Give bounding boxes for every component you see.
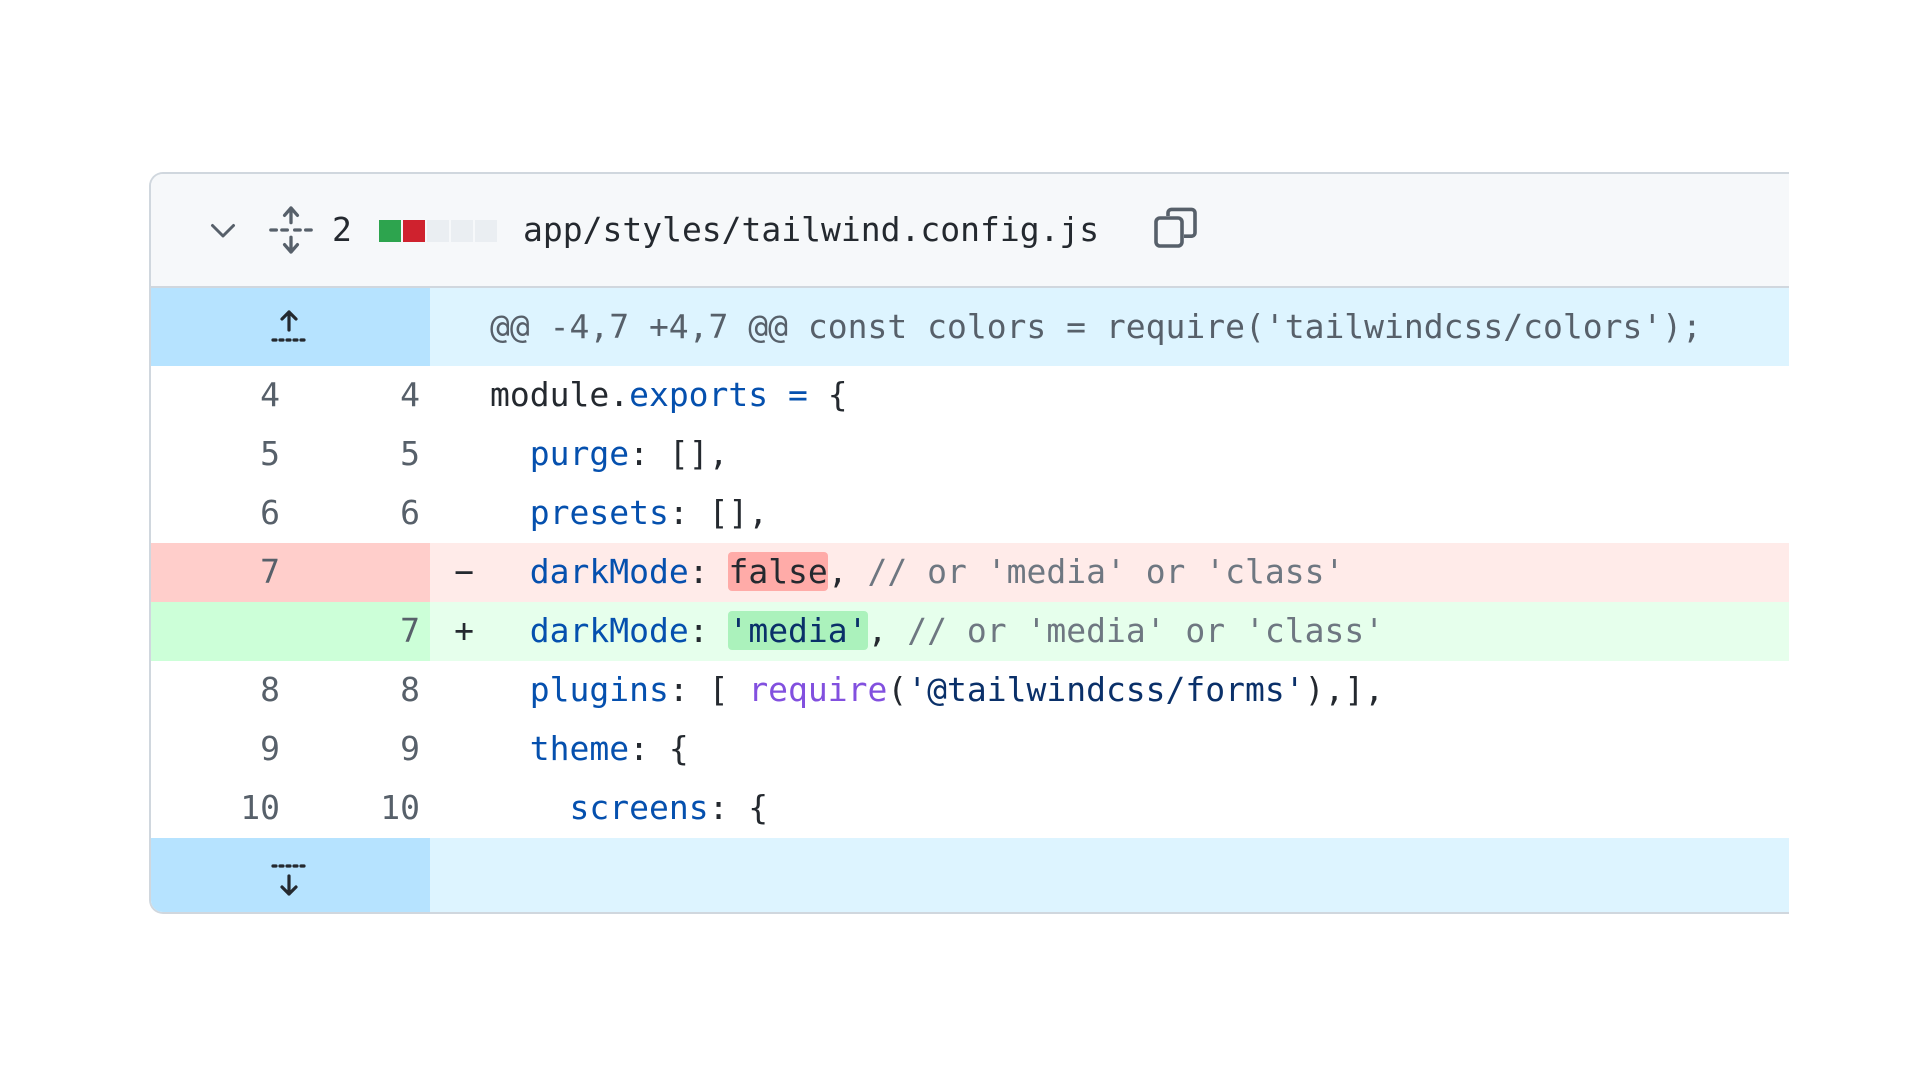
code-token: theme bbox=[529, 729, 630, 768]
old-line-number[interactable]: 9 bbox=[151, 720, 290, 779]
diffstat-block bbox=[379, 220, 401, 242]
code-token: plugins bbox=[529, 670, 669, 709]
old-line-number[interactable]: 6 bbox=[151, 484, 290, 543]
code-token: darkMode bbox=[529, 552, 689, 591]
code-token: presets bbox=[529, 493, 669, 532]
expand-down-button[interactable] bbox=[151, 838, 430, 912]
context-line: 99 theme: { bbox=[151, 720, 1789, 779]
code-text: theme: { bbox=[490, 720, 689, 778]
new-line-number[interactable]: 6 bbox=[290, 484, 430, 543]
new-line-number[interactable]: 7 bbox=[290, 602, 430, 661]
diffstat-block bbox=[427, 220, 449, 242]
code-token: ),], bbox=[1304, 670, 1385, 709]
context-line: 10 10 screens: { bbox=[151, 779, 1789, 838]
code-token: // or 'media' or 'class' bbox=[907, 611, 1385, 650]
new-line-number[interactable]: 5 bbox=[290, 425, 430, 484]
new-line-number[interactable]: 10 bbox=[290, 779, 430, 838]
old-line-number[interactable]: 8 bbox=[151, 661, 290, 720]
code-token: = bbox=[768, 375, 828, 414]
code-text: purge: [], bbox=[490, 425, 729, 483]
code-text: darkMode: false, // or 'media' or 'class… bbox=[490, 543, 1344, 601]
file-path[interactable]: app/styles/tailwind.config.js bbox=[523, 208, 1099, 252]
code-token: , bbox=[867, 611, 908, 650]
code-token: : bbox=[688, 552, 729, 591]
diffstat-blocks bbox=[379, 220, 497, 242]
diffstat-block bbox=[451, 220, 473, 242]
code-token: : { bbox=[629, 729, 689, 768]
chevron-down-icon[interactable] bbox=[205, 212, 241, 248]
diff-file-card: 2 app/styles/tailwind.config.js @@ -4,7 … bbox=[149, 172, 1789, 914]
expand-down-icon bbox=[271, 864, 306, 896]
code-text: screens: { bbox=[490, 779, 768, 837]
code-token: purge bbox=[529, 434, 630, 473]
diff-sign: + bbox=[454, 611, 474, 650]
hunk-header-row: @@ -4,7 +4,7 @@ const colors = require('… bbox=[151, 288, 1789, 366]
code-token: : [], bbox=[668, 493, 769, 532]
code-token: screens bbox=[569, 788, 709, 827]
code-token: exports bbox=[629, 375, 769, 414]
new-line-number[interactable] bbox=[290, 543, 430, 602]
old-line-number[interactable]: 7 bbox=[151, 543, 290, 602]
code-token: , bbox=[827, 552, 868, 591]
code-token: // or 'media' or 'class' bbox=[867, 552, 1345, 591]
diffstat-block bbox=[403, 220, 425, 242]
code-text: darkMode: 'media', // or 'media' or 'cla… bbox=[490, 602, 1384, 660]
code-token: : bbox=[688, 611, 729, 650]
old-line-number[interactable]: 4 bbox=[151, 366, 290, 425]
code-token: '@tailwindcss/forms' bbox=[907, 670, 1305, 709]
code-token: { bbox=[827, 375, 848, 414]
hunk-header-text: @@ -4,7 +4,7 @@ const colors = require('… bbox=[490, 307, 1702, 346]
context-line: 4 4 module.exports = { bbox=[151, 366, 1789, 425]
code-token: require bbox=[748, 670, 888, 709]
context-line: 66 presets: [], bbox=[151, 484, 1789, 543]
new-line-number[interactable]: 8 bbox=[290, 661, 430, 720]
code-text: module.exports = { bbox=[490, 366, 848, 424]
code-token: : [], bbox=[629, 434, 729, 473]
expand-up-icon bbox=[271, 310, 306, 342]
code-token: false bbox=[728, 552, 828, 591]
code-token: darkMode bbox=[529, 611, 689, 650]
file-header: 2 app/styles/tailwind.config.js bbox=[151, 174, 1789, 288]
code-token: 'media' bbox=[728, 611, 868, 650]
context-line: 88 plugins: [ require('@tailwindcss/form… bbox=[151, 661, 1789, 720]
deleted-line: 7 − darkMode: false, // or 'media' or 'cl… bbox=[151, 543, 1789, 602]
new-line-number[interactable]: 4 bbox=[290, 366, 430, 425]
old-line-number[interactable]: 5 bbox=[151, 425, 290, 484]
context-line: 55 purge: [], bbox=[151, 425, 1789, 484]
code-token: : { bbox=[708, 788, 769, 827]
change-count: 2 bbox=[332, 210, 352, 249]
copy-icon[interactable] bbox=[1152, 204, 1200, 252]
new-line-number[interactable]: 9 bbox=[290, 720, 430, 779]
added-line: 7 + darkMode: 'media', // or 'media' or '… bbox=[151, 602, 1789, 661]
code-text: presets: [], bbox=[490, 484, 768, 542]
diff-sign: − bbox=[454, 552, 474, 591]
expand-all-icon[interactable] bbox=[269, 206, 313, 254]
old-line-number[interactable]: 10 bbox=[151, 779, 290, 838]
old-line-number[interactable] bbox=[151, 602, 290, 661]
expand-up-button[interactable] bbox=[151, 288, 430, 366]
code-token: module. bbox=[490, 375, 630, 414]
code-token: ( bbox=[887, 670, 908, 709]
diffstat-block bbox=[475, 220, 497, 242]
code-text: plugins: [ require('@tailwindcss/forms')… bbox=[490, 661, 1384, 719]
code-token: : [ bbox=[668, 670, 749, 709]
hunk-footer-row bbox=[151, 838, 1789, 912]
